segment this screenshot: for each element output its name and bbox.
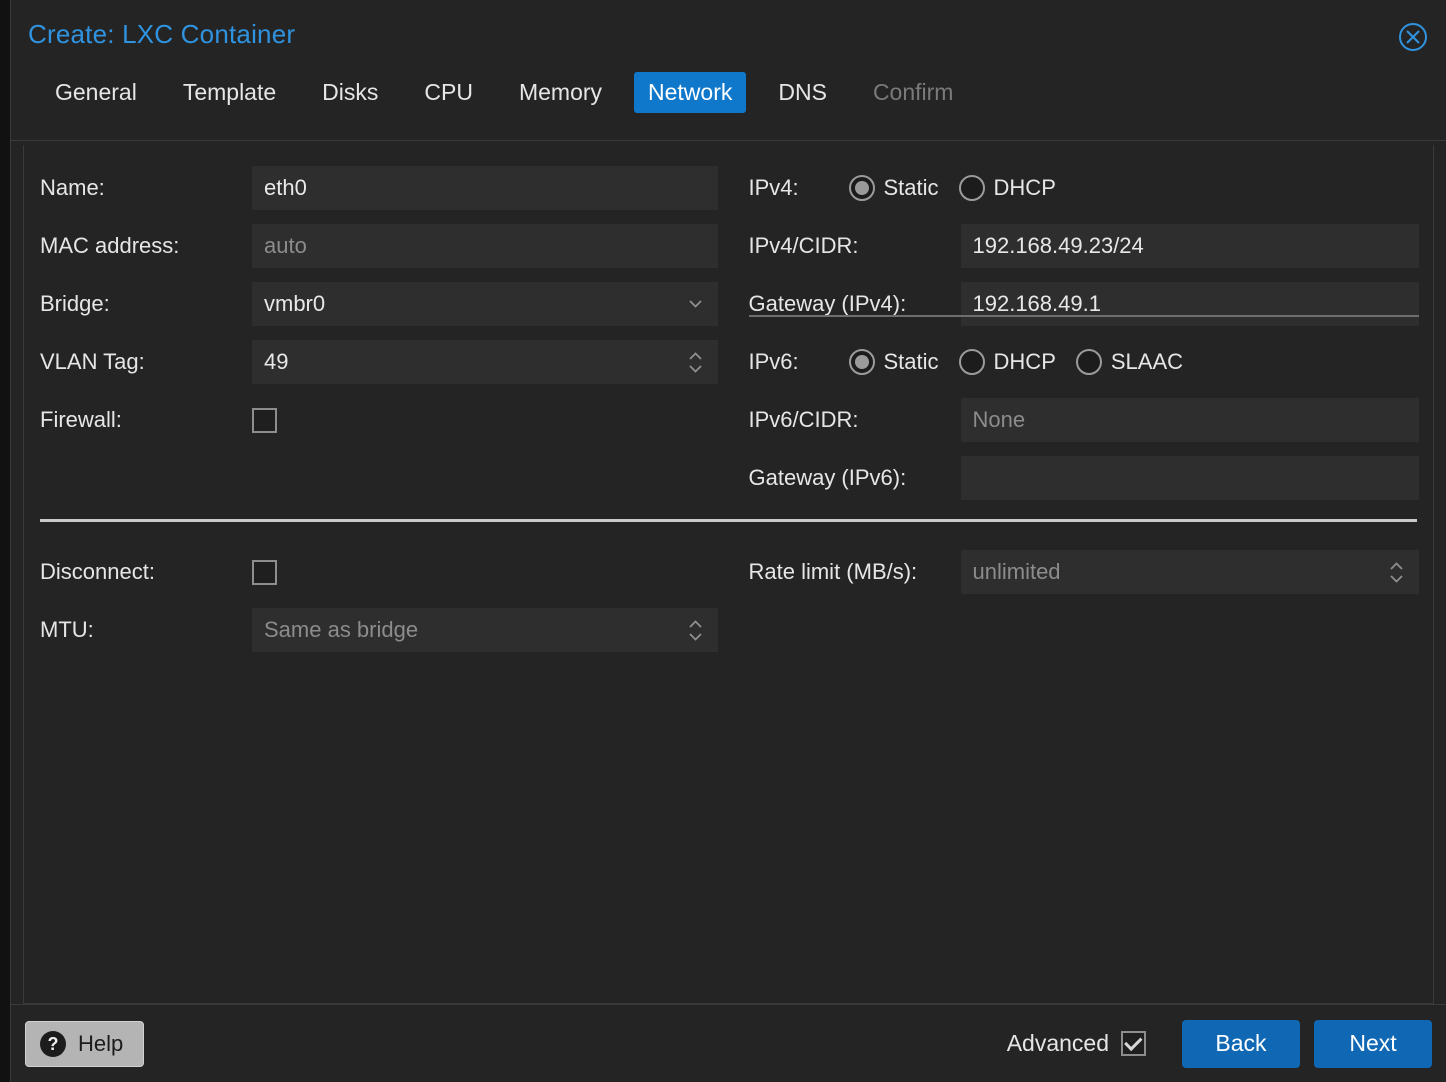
field-row-disconnect: Disconnect: (40, 543, 719, 601)
rate-limit-placeholder-text: unlimited (972, 559, 1061, 584)
field-row-name: Name: eth0 (40, 159, 719, 217)
ipv6-label: IPv6: (748, 349, 799, 374)
ipv6-slaac-radio[interactable]: SLAAC (1075, 349, 1184, 375)
ipv4-ipv6-divider (748, 315, 1419, 317)
field-row-mac-address: MAC address: auto (40, 217, 719, 275)
ipv6-cidr-input[interactable]: None (960, 398, 1419, 442)
field-row-ipv4-mode: IPv4: Static DHCP (749, 159, 1420, 217)
help-button-label: Help (78, 1030, 124, 1056)
form-lower-right-column: Rate limit (MB/s): unlimited (729, 535, 1434, 659)
bridge-select[interactable]: vmbr0 (252, 282, 718, 326)
name-label: Name: (40, 175, 105, 200)
advanced-label: Advanced (1006, 1030, 1109, 1056)
field-row-vlan-tag: VLAN Tag: 49 (40, 333, 719, 391)
help-button[interactable]: ? Help (25, 1020, 145, 1067)
ipv6-slaac-label: SLAAC (1110, 349, 1184, 374)
field-row-rate-limit: Rate limit (MB/s): unlimited (748, 543, 1419, 601)
close-icon[interactable] (1398, 22, 1428, 52)
mtu-placeholder-text: Same as bridge (264, 617, 419, 642)
tab-disks[interactable]: Disks (308, 72, 392, 113)
mac-address-input[interactable]: auto (252, 224, 718, 268)
next-button[interactable]: Next (1314, 1019, 1432, 1068)
ipv6-cidr-label: IPv6/CIDR: (748, 407, 859, 432)
field-row-firewall: Firewall: (40, 391, 719, 449)
gateway-ipv4-input[interactable]: 192.168.49.1 (960, 282, 1419, 326)
wizard-tabbar: General Template Disks CPU Memory Networ… (11, 72, 1446, 141)
bridge-select-value: vmbr0 (264, 291, 326, 316)
network-form-panel: Name: eth0 MAC address: auto Bridge: vmb… (23, 145, 1434, 1004)
bridge-label: Bridge: (40, 291, 110, 316)
footer-actions: Advanced Back Next (1006, 1019, 1432, 1068)
form-left-column: Name: eth0 MAC address: auto Bridge: vmb… (24, 145, 729, 507)
ipv6-static-radio[interactable]: Static (848, 349, 939, 375)
ipv4-static-label: Static (883, 175, 939, 200)
gateway-ipv6-input[interactable] (960, 456, 1419, 500)
spinner-updown-icon[interactable] (682, 615, 708, 645)
name-input[interactable]: eth0 (252, 166, 718, 210)
firewall-label: Firewall: (40, 407, 122, 432)
field-row-bridge: Bridge: vmbr0 (40, 275, 719, 333)
mac-address-label: MAC address: (40, 233, 180, 258)
advanced-section-divider (40, 519, 1417, 522)
chevron-down-icon[interactable] (682, 289, 708, 319)
field-row-gateway-ipv4: Gateway (IPv4): 192.168.49.1 (748, 275, 1419, 333)
tab-network[interactable]: Network (634, 72, 747, 114)
advanced-checkbox[interactable] (1121, 1031, 1146, 1056)
gateway-ipv6-label: Gateway (IPv6): (748, 465, 907, 490)
create-lxc-container-dialog: Create: LXC Container General Template D… (10, 0, 1446, 1082)
form-right-column: IPv4: Static DHCP IPv4/CIDR: 192.168.49.… (729, 145, 1434, 507)
rate-limit-stepper[interactable]: unlimited (960, 550, 1419, 594)
vlan-tag-stepper[interactable]: 49 (252, 340, 718, 384)
dialog-title: Create: LXC Container (28, 19, 296, 49)
ipv4-dhcp-label: DHCP (993, 175, 1056, 200)
tab-cpu[interactable]: CPU (410, 72, 487, 113)
vlan-tag-label: VLAN Tag: (40, 349, 145, 374)
dialog-footer: ? Help Advanced Back Next (11, 1004, 1446, 1082)
disconnect-checkbox[interactable] (252, 559, 277, 585)
gateway-ipv4-label: Gateway (IPv4): (748, 291, 907, 316)
radio-selected-icon (848, 349, 875, 375)
question-mark-icon: ? (40, 1030, 66, 1057)
ipv6-mode-radiogroup: Static DHCP SLAAC (848, 349, 1204, 375)
firewall-checkbox[interactable] (252, 407, 277, 433)
ipv6-static-label: Static (883, 349, 939, 374)
ipv4-cidr-label: IPv4/CIDR: (748, 233, 859, 258)
field-row-ipv6-mode: IPv6: Static DHCP SLAAC (749, 333, 1420, 391)
form-lower-columns: Disconnect: MTU: Same as bridge Rate lim… (24, 535, 1433, 659)
field-row-gateway-ipv6: Gateway (IPv6): (748, 449, 1419, 507)
ipv6-dhcp-radio[interactable]: DHCP (958, 349, 1056, 375)
radio-unselected-icon (958, 175, 985, 201)
radio-selected-icon (848, 175, 875, 201)
tab-memory[interactable]: Memory (505, 72, 616, 113)
dialog-header: Create: LXC Container (11, 0, 1446, 72)
ipv4-static-radio[interactable]: Static (848, 175, 939, 201)
ipv4-dhcp-radio[interactable]: DHCP (958, 175, 1056, 201)
form-upper-columns: Name: eth0 MAC address: auto Bridge: vmb… (24, 145, 1433, 507)
form-lower-left-column: Disconnect: MTU: Same as bridge (24, 535, 729, 659)
ipv4-mode-radiogroup: Static DHCP (848, 175, 1076, 201)
ipv4-label: IPv4: (748, 175, 799, 200)
spinner-updown-icon[interactable] (682, 347, 708, 377)
disconnect-label: Disconnect: (40, 559, 155, 584)
mtu-label: MTU: (40, 617, 94, 642)
back-button[interactable]: Back (1182, 1019, 1300, 1068)
ipv4-cidr-input[interactable]: 192.168.49.23/24 (960, 224, 1419, 268)
field-row-mtu: MTU: Same as bridge (40, 601, 719, 659)
field-row-ipv6-cidr: IPv6/CIDR: None (748, 391, 1419, 449)
radio-unselected-icon (958, 349, 985, 375)
tab-confirm: Confirm (872, 79, 954, 105)
tab-dns[interactable]: DNS (764, 72, 841, 113)
radio-unselected-icon (1075, 349, 1102, 375)
tab-template[interactable]: Template (169, 72, 290, 113)
mtu-stepper[interactable]: Same as bridge (252, 608, 718, 652)
field-row-ipv4-cidr: IPv4/CIDR: 192.168.49.23/24 (748, 217, 1419, 275)
vlan-tag-value: 49 (264, 349, 289, 374)
spinner-updown-icon[interactable] (1383, 557, 1409, 587)
rate-limit-label: Rate limit (MB/s): (748, 559, 918, 584)
ipv6-dhcp-label: DHCP (993, 349, 1056, 374)
tab-general[interactable]: General (41, 72, 151, 113)
